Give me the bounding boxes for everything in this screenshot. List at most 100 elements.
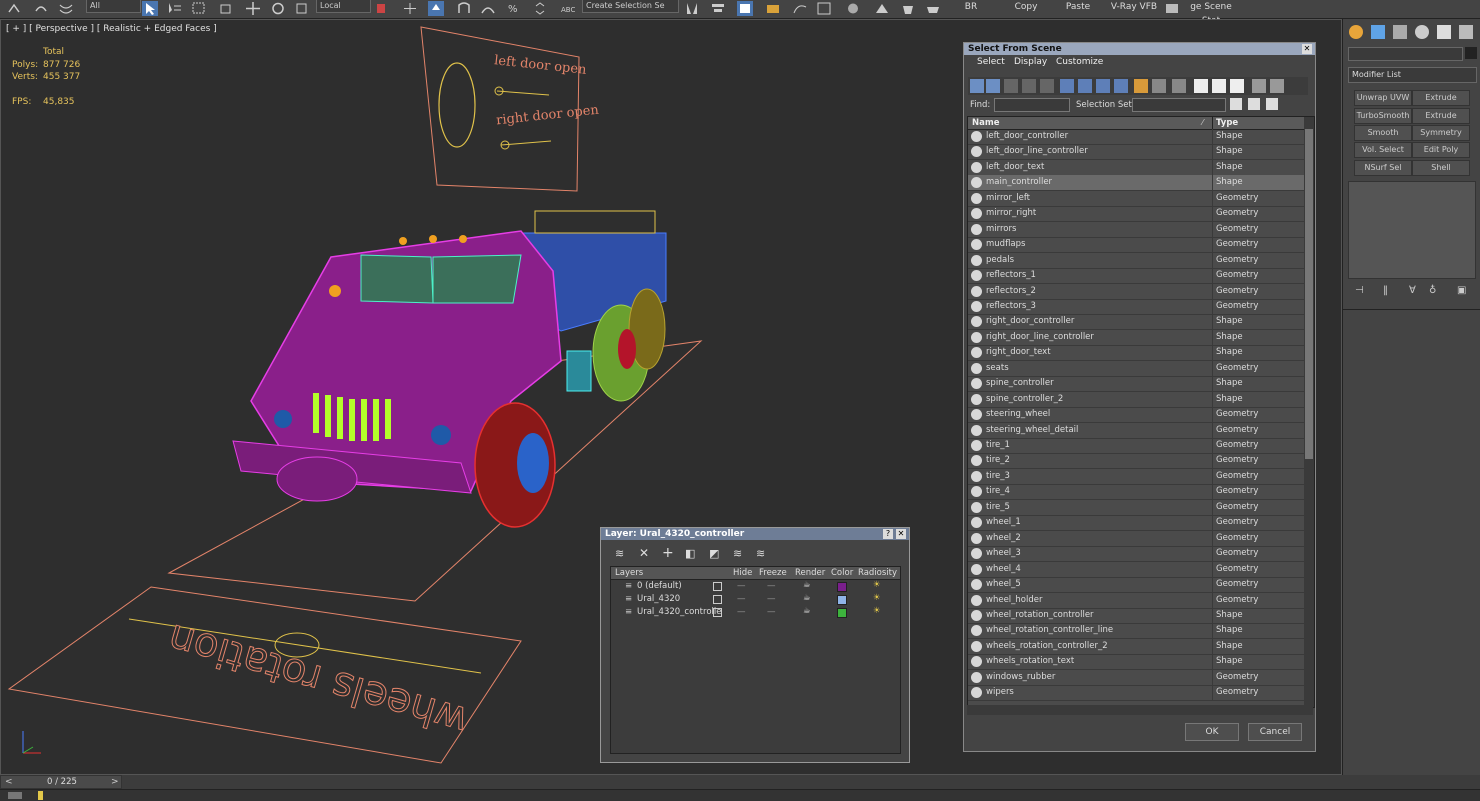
schematic-view-icon[interactable]	[816, 1, 832, 16]
display-shapes-icon[interactable]	[986, 79, 1000, 93]
display-spacewarps-icon[interactable]	[1060, 79, 1074, 93]
layer-close-icon[interactable]: ✕	[896, 529, 906, 539]
list-item[interactable]: reflectors_1 Geometry	[968, 268, 1304, 285]
list-item[interactable]: steering_wheel_detail Geometry	[968, 422, 1304, 439]
display-cameras-icon[interactable]	[1022, 79, 1036, 93]
active-layer-checkbox[interactable]	[713, 595, 722, 604]
selection-set-dropdown[interactable]	[1132, 98, 1226, 112]
curve-editor-icon[interactable]	[792, 1, 808, 16]
next-frame-button[interactable]: >	[111, 777, 119, 787]
list-item[interactable]: spine_controller Shape	[968, 376, 1304, 393]
select-by-name-icon[interactable]	[166, 1, 182, 16]
vray-vfb-button[interactable]: V-Ray VFB	[1110, 0, 1158, 16]
scene-stats-icon[interactable]	[1164, 1, 1180, 16]
list-item[interactable]: left_door_controller Shape	[968, 129, 1304, 145]
select-object-icon[interactable]	[142, 1, 158, 16]
freeze-toggle-icon[interactable]: —	[767, 594, 776, 604]
display-bones-icon[interactable]	[1114, 79, 1128, 93]
bind-spacewarp-icon[interactable]	[58, 1, 74, 16]
layer-row[interactable]: ≡ 0 (default) — — ☕ ☀	[611, 580, 900, 593]
layer-color-swatch[interactable]	[837, 608, 847, 618]
list-item[interactable]: wipers Geometry	[968, 685, 1304, 702]
list-item[interactable]: spine_controller_2 Shape	[968, 391, 1304, 408]
list-item[interactable]: reflectors_3 Geometry	[968, 298, 1304, 315]
display-helpers-icon[interactable]	[1040, 79, 1054, 93]
display-geometry-icon[interactable]	[970, 79, 984, 93]
display-frozen-icon[interactable]	[1152, 79, 1166, 93]
rotate-icon[interactable]	[270, 1, 286, 16]
scrollbar-thumb[interactable]	[1305, 129, 1313, 459]
pivot-center-icon[interactable]	[373, 1, 389, 16]
time-slider-track[interactable]: < 0 / 225 >	[0, 775, 122, 789]
find-input[interactable]	[994, 98, 1070, 112]
delete-layer-icon[interactable]: ✕	[639, 546, 649, 560]
modifier-extrude-2-button[interactable]: Extrude	[1412, 108, 1470, 124]
remove-modifier-icon[interactable]: ♁	[1429, 285, 1436, 296]
col-name-header[interactable]: Name	[972, 118, 999, 128]
make-unique-icon[interactable]: ∀	[1409, 285, 1416, 296]
render-production-icon[interactable]	[925, 1, 941, 16]
modifier-nsurf-sel-button[interactable]: NSurf Sel	[1354, 160, 1412, 176]
list-item[interactable]: tire_4 Geometry	[968, 484, 1304, 501]
unlink-icon[interactable]	[33, 1, 49, 16]
window-crossing-icon[interactable]	[218, 1, 234, 16]
freeze-toggle-icon[interactable]: —	[767, 607, 776, 617]
list-item[interactable]: mirror_right Geometry	[968, 206, 1304, 223]
modifier-vol-select-button[interactable]: Vol. Select	[1354, 142, 1412, 158]
list-item[interactable]: seats Geometry	[968, 360, 1304, 377]
layer-explorer-icon[interactable]	[765, 1, 781, 16]
select-none-icon[interactable]	[1212, 79, 1226, 93]
modifier-symmetry-button[interactable]: Symmetry	[1412, 125, 1470, 141]
list-item[interactable]: wheel_2 Geometry	[968, 530, 1304, 547]
named-selection-dropdown[interactable]: Create Selection Se	[582, 0, 679, 13]
scale-icon[interactable]	[294, 1, 310, 16]
layer-name[interactable]: Ural_4320	[637, 594, 680, 604]
hide-toggle-icon[interactable]: —	[737, 607, 746, 617]
selection-filter-dropdown[interactable]: All	[86, 0, 141, 13]
move-icon[interactable]	[245, 1, 261, 16]
menu-select[interactable]: Select	[977, 57, 1005, 67]
header-radiosity[interactable]: Radiosity	[858, 568, 897, 578]
list-item[interactable]: left_door_text Shape	[968, 159, 1304, 176]
list-item[interactable]: left_door_line_controller Shape	[968, 144, 1304, 161]
list-item[interactable]: tire_5 Geometry	[968, 499, 1304, 516]
edit-named-selection-icon[interactable]: ABC	[560, 1, 576, 16]
utilities-tab-icon[interactable]	[1459, 25, 1473, 39]
list-item[interactable]: reflectors_2 Geometry	[968, 283, 1304, 300]
modifier-shell-button[interactable]: Shell	[1412, 160, 1470, 176]
active-layer-checkbox[interactable]	[713, 608, 722, 617]
list-item[interactable]: tire_2 Geometry	[968, 453, 1304, 470]
modify-tab-icon[interactable]	[1371, 25, 1385, 39]
scene-stats-button[interactable]: ge Scene Stat	[1180, 0, 1242, 26]
sort-type-icon[interactable]	[1248, 98, 1260, 110]
list-item[interactable]: windows_rubber Geometry	[968, 669, 1304, 686]
hide-toggle-icon[interactable]: —	[737, 594, 746, 604]
header-render[interactable]: Render	[795, 568, 825, 578]
list-item[interactable]: wheel_3 Geometry	[968, 546, 1304, 563]
radiosity-icon[interactable]: ☀	[873, 606, 881, 616]
layer-row[interactable]: ≡ Ural_4320_controlle — — ☕ ☀	[611, 606, 900, 619]
render-toggle-icon[interactable]: ☕	[803, 580, 811, 590]
list-item[interactable]: pedals Geometry	[968, 252, 1304, 269]
layer-row[interactable]: ≡ Ural_4320 — — ☕ ☀	[611, 593, 900, 606]
sort-color-icon[interactable]	[1266, 98, 1278, 110]
filter-icon[interactable]	[1252, 79, 1266, 93]
radiosity-icon[interactable]: ☀	[873, 593, 881, 603]
angle-snap-icon[interactable]	[480, 1, 496, 16]
render-toggle-icon[interactable]: ☕	[803, 593, 811, 603]
active-layer-checkbox[interactable]	[713, 582, 722, 591]
create-tab-icon[interactable]	[1349, 25, 1363, 39]
display-groups-icon[interactable]	[1078, 79, 1092, 93]
list-item[interactable]: wheels_rotation_text Shape	[968, 654, 1304, 671]
hierarchy-icon[interactable]	[1270, 79, 1284, 93]
add-to-layer-icon[interactable]: +	[662, 545, 674, 561]
list-item[interactable]: wheel_rotation_controller_line Shape	[968, 623, 1304, 640]
highlight-layer-icon[interactable]: ◩	[709, 547, 719, 560]
layer-color-swatch[interactable]	[837, 595, 847, 605]
ok-button[interactable]: OK	[1185, 723, 1239, 741]
help-icon[interactable]: ?	[883, 529, 893, 539]
render-setup-icon[interactable]	[874, 1, 890, 16]
menu-customize[interactable]: Customize	[1056, 57, 1103, 67]
snap-toggle-icon[interactable]	[456, 1, 472, 16]
radiosity-icon[interactable]: ☀	[873, 580, 881, 590]
